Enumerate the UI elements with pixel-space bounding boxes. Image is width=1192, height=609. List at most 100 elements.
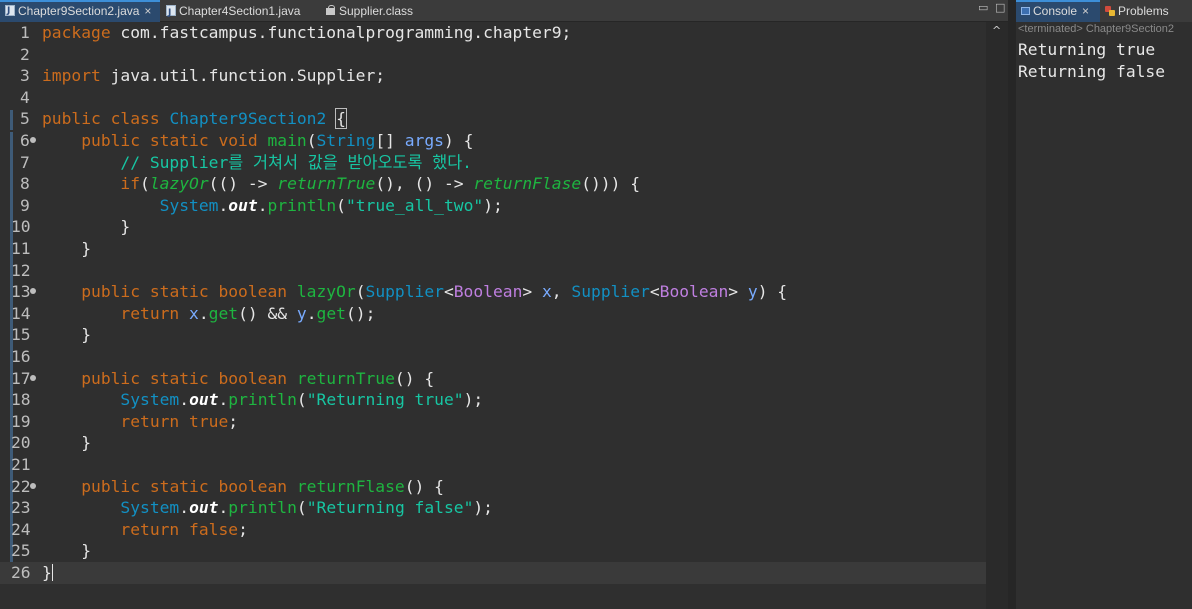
line-number: 14 [11, 303, 31, 323]
code-token: public static void [81, 131, 268, 150]
code-token: ); [473, 498, 493, 518]
code-token: . [218, 195, 229, 215]
code-line[interactable]: 13 public static boolean lazyOr(Supplier… [0, 281, 986, 303]
code-line[interactable]: 20 } [0, 432, 986, 454]
code-line[interactable]: 1 package com.fastcampus.functionalprogra… [0, 22, 986, 44]
code-token: out [189, 498, 219, 518]
code-text: public static boolean lazyOr(Supplier<Bo… [42, 281, 787, 303]
code-token: main [267, 131, 307, 150]
code-token: returnFlase [296, 476, 405, 496]
code-line[interactable]: 17 public static boolean returnTrue() { [0, 368, 986, 390]
code-line[interactable]: 9 System.out.println("true_all_two"); [0, 195, 986, 217]
minimize-icon[interactable]: ▭ [978, 1, 988, 14]
code-token: [] [375, 131, 405, 150]
pane-splitter[interactable] [1008, 0, 1016, 609]
tab-label: Chapter9Section2.java [18, 4, 140, 18]
code-token: public class [42, 109, 170, 129]
tab-problems[interactable]: Problems [1100, 0, 1192, 22]
code-token: return true [120, 411, 229, 431]
close-icon[interactable]: × [1082, 4, 1089, 18]
problems-icon [1105, 6, 1115, 16]
code-line[interactable]: 15 } [0, 324, 986, 346]
console-output-line: Returning true [1018, 40, 1156, 59]
line-number: 25 [11, 541, 31, 561]
fold-marker-icon[interactable] [30, 482, 36, 489]
line-number: 20 [11, 433, 31, 453]
line-number: 17 [0, 368, 42, 390]
code-token: ) { [757, 282, 788, 302]
code-line[interactable]: 26} [0, 562, 986, 584]
console-icon [1021, 7, 1030, 15]
code-text: } [42, 540, 91, 562]
code-token: out [228, 195, 258, 215]
fold-marker-icon[interactable] [30, 288, 36, 295]
code-text: public static boolean returnTrue() { [42, 368, 434, 390]
code-area[interactable]: 1 package com.fastcampus.functionalprogra… [0, 22, 986, 609]
code-line[interactable]: 18 System.out.println("Returning true"); [0, 389, 986, 411]
code-token: args [404, 131, 444, 150]
line-number: 1 [20, 23, 30, 42]
code-line[interactable]: 6 public static void main(String[] args)… [0, 130, 986, 152]
code-token: . [218, 390, 229, 410]
line-number: 11 [11, 239, 31, 258]
code-text: if(lazyOr(() -> returnTrue(), () -> retu… [42, 173, 640, 195]
code-token: com.fastcampus.functionalprogramming.cha… [110, 23, 572, 42]
line-number: 23 [11, 498, 31, 518]
code-line[interactable]: 8 if(lazyOr(() -> returnTrue(), () -> re… [0, 173, 986, 195]
tab-chapter4section1[interactable]: Chapter4Section1.java [161, 0, 309, 24]
code-token: returnTrue [277, 174, 376, 194]
code-line[interactable]: 21 [0, 454, 986, 476]
code-line[interactable]: 2 [0, 44, 986, 66]
fold-marker-icon[interactable] [30, 137, 36, 143]
tab-console[interactable]: Console × [1016, 0, 1100, 22]
code-token: out [189, 390, 219, 410]
code-token: ( [355, 282, 366, 302]
code-line[interactable]: 14 return x.get() && y.get(); [0, 303, 986, 325]
code-token: } [42, 239, 92, 258]
code-text: public static void main(String[] args) { [42, 130, 473, 152]
vertical-scrollbar[interactable]: ^ [986, 22, 1008, 609]
code-line[interactable]: 16 [0, 346, 986, 368]
code-token: . [179, 498, 190, 518]
code-line[interactable]: 3 import java.util.function.Supplier; [0, 65, 986, 87]
code-text: public static boolean returnFlase() { [42, 476, 444, 498]
code-token: . [306, 303, 317, 323]
code-line[interactable]: 11 } [0, 238, 986, 260]
code-token: > [522, 282, 542, 302]
code-token: "Returning true" [306, 390, 464, 410]
line-number: 7 [20, 152, 30, 172]
code-line[interactable]: 4 [0, 87, 986, 109]
code-line[interactable]: 10 } [0, 216, 986, 238]
code-line[interactable]: 5 public class Chapter9Section2 { [0, 108, 986, 130]
code-token: Supplier [571, 282, 650, 302]
fold-marker-icon[interactable] [30, 374, 36, 381]
code-text: System.out.println("true_all_two"); [42, 195, 503, 217]
maximize-icon[interactable]: □ [995, 1, 1005, 14]
code-line[interactable]: 22 public static boolean returnFlase() { [0, 476, 986, 498]
line-number: 12 [11, 260, 31, 280]
tab-chapter9section2[interactable]: Chapter9Section2.java × [0, 0, 160, 22]
code-token: public static boolean [81, 368, 297, 388]
code-token: . [257, 195, 268, 215]
text-cursor [51, 564, 53, 581]
code-token: () && [238, 303, 297, 323]
close-icon[interactable]: × [144, 2, 151, 21]
code-token: Chapter9Section2 [169, 109, 327, 129]
code-token: (); [345, 303, 376, 323]
code-line[interactable]: 25 } [0, 540, 986, 562]
code-line[interactable]: 12 [0, 260, 986, 282]
code-text: } [42, 216, 130, 238]
line-number: 15 [11, 325, 31, 345]
code-line[interactable]: 24 return false; [0, 519, 986, 541]
class-file-icon [325, 5, 336, 16]
tab-supplier-class[interactable]: Supplier.class [305, 0, 425, 22]
code-line[interactable]: 19 return true; [0, 411, 986, 433]
scroll-up-icon[interactable]: ^ [992, 24, 1001, 37]
line-number: 19 [11, 411, 31, 431]
code-line[interactable]: 7 // Supplier를 거쳐서 값을 받아오도록 했다. [0, 152, 986, 174]
line-number: 10 [11, 217, 31, 237]
code-line[interactable]: 23 System.out.println("Returning false")… [0, 497, 986, 519]
